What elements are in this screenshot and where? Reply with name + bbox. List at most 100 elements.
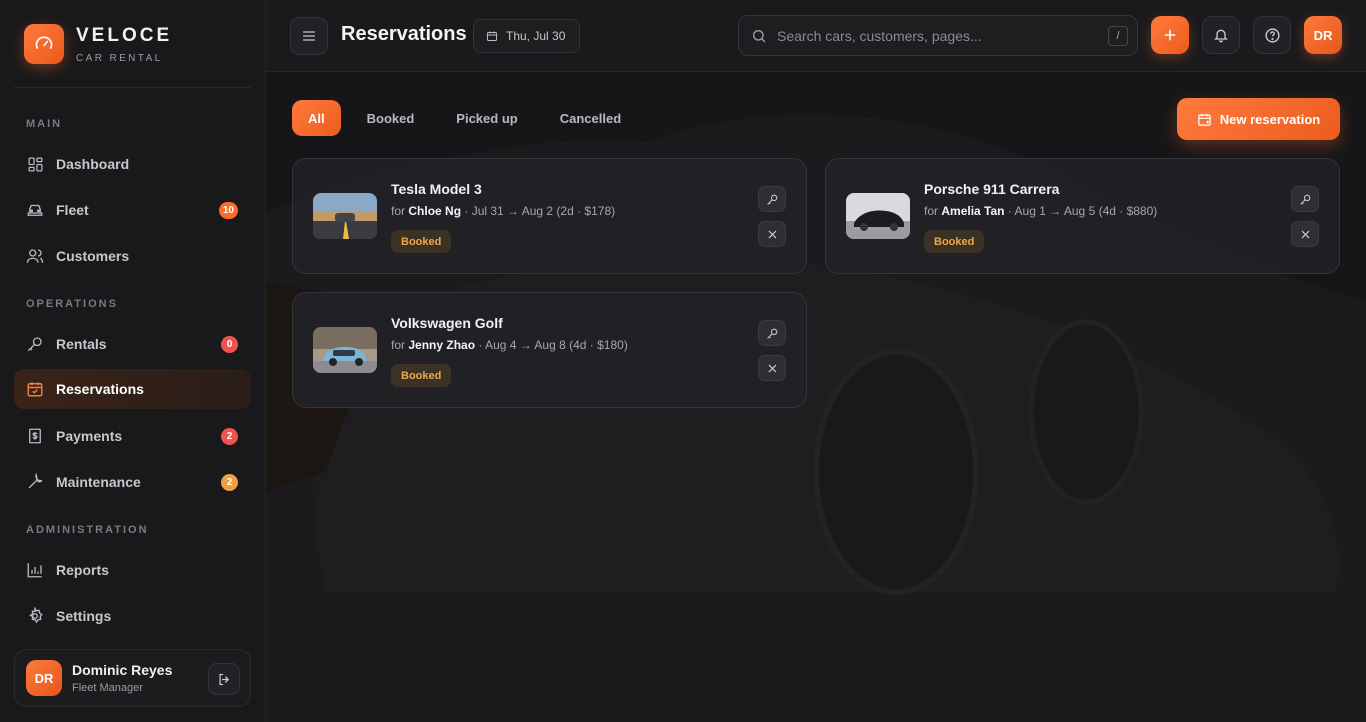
customer-name[interactable]: Amelia Tan <box>941 204 1004 218</box>
date-chip[interactable]: Thu, Jul 30 <box>473 19 580 53</box>
car-name: Porsche 911 Carrera <box>924 181 1060 197</box>
car-thumbnail <box>313 327 377 373</box>
tab-all[interactable]: All <box>292 100 341 136</box>
calendar-plus-icon <box>1198 113 1211 126</box>
sidebar-item-maintenance[interactable]: Maintenance 2 <box>14 462 251 502</box>
brand-name: VELOCE <box>76 24 173 46</box>
bar-chart-icon <box>26 561 44 579</box>
car-name: Tesla Model 3 <box>391 181 482 197</box>
maintenance-count-badge: 2 <box>221 474 238 491</box>
new-reservation-label: New reservation <box>1219 111 1321 127</box>
speedometer-logo-icon <box>24 24 64 64</box>
menu-toggle-button[interactable] <box>290 17 328 55</box>
sidebar-item-customers[interactable]: Customers <box>14 236 251 276</box>
avatar: DR <box>26 660 62 696</box>
reservation-details: for Jenny Zhao · Aug 4 → Aug 8 (4d · $18… <box>391 338 628 352</box>
user-name: Dominic Reyes <box>72 662 173 678</box>
status-badge: Booked <box>391 364 452 387</box>
reservation-card[interactable]: Porsche 911 Carrera for Amelia Tan · Aug… <box>825 158 1340 274</box>
sidebar-item-label: Settings <box>56 608 112 624</box>
car-name: Volkswagen Golf <box>391 315 503 331</box>
user-role: Fleet Manager <box>72 682 143 694</box>
gear-icon <box>26 607 44 625</box>
tab-booked[interactable]: Booked <box>351 100 431 136</box>
brand-subtitle: CAR RENTAL <box>76 52 163 64</box>
brand[interactable]: VELOCE CAR RENTAL <box>24 24 172 64</box>
section-label-administration: ADMINISTRATION <box>26 524 149 536</box>
customer-name[interactable]: Jenny Zhao <box>408 338 475 352</box>
rentals-count-badge: 0 <box>221 336 238 353</box>
status-badge: Booked <box>391 230 452 253</box>
current-date: Thu, Jul 30 <box>506 29 566 43</box>
search-bar[interactable]: / <box>738 15 1138 56</box>
key-icon <box>766 328 777 339</box>
reservation-details: for Chloe Ng · Jul 31 → Aug 2 (2d · $178… <box>391 204 616 218</box>
divider <box>14 87 251 88</box>
sidebar-item-label: Rentals <box>56 336 107 352</box>
hamburger-icon <box>303 31 315 41</box>
status-badge: Booked <box>924 230 985 253</box>
top-header: Reservations Thu, Jul 30 / DR <box>266 0 1366 72</box>
help-button[interactable] <box>1253 16 1291 54</box>
sidebar-item-reservations[interactable]: Reservations <box>14 369 251 409</box>
tab-cancelled[interactable]: Cancelled <box>544 100 637 136</box>
cancel-reservation-button[interactable] <box>1291 221 1319 247</box>
profile-avatar-button[interactable]: DR <box>1304 16 1342 54</box>
sidebar-item-label: Dashboard <box>56 156 130 172</box>
sidebar-item-label: Customers <box>56 248 130 264</box>
close-icon <box>768 364 776 372</box>
sidebar-item-dashboard[interactable]: Dashboard <box>14 144 251 184</box>
filter-tabs: All Booked Picked up Cancelled <box>292 100 647 136</box>
wrench-icon <box>26 473 44 491</box>
sidebar-item-fleet[interactable]: Fleet 10 <box>14 190 251 230</box>
receipt-icon <box>26 427 44 445</box>
cancel-reservation-button[interactable] <box>758 221 786 247</box>
sidebar-item-reports[interactable]: Reports <box>14 550 251 590</box>
sidebar-item-label: Maintenance <box>56 474 141 490</box>
car-icon <box>26 201 44 219</box>
key-icon <box>1299 194 1310 205</box>
quick-add-button[interactable] <box>1151 16 1189 54</box>
search-input[interactable] <box>777 27 1108 44</box>
close-icon <box>768 230 776 238</box>
bell-icon <box>1214 29 1228 43</box>
reservation-card[interactable]: Tesla Model 3 for Chloe Ng · Jul 31 → Au… <box>292 158 807 274</box>
help-icon <box>1264 27 1280 43</box>
sidebar-item-payments[interactable]: Payments 2 <box>14 416 251 456</box>
car-thumbnail <box>313 193 377 239</box>
plus-icon <box>1164 29 1176 41</box>
payments-count-badge: 2 <box>221 428 238 445</box>
new-reservation-button[interactable]: New reservation <box>1177 98 1340 140</box>
pickup-key-button[interactable] <box>758 186 786 212</box>
sidebar-item-label: Fleet <box>56 202 89 218</box>
pickup-key-button[interactable] <box>1291 186 1319 212</box>
sidebar-item-settings[interactable]: Settings <box>14 596 251 636</box>
fleet-count-badge: 10 <box>218 202 238 219</box>
reservation-details: for Amelia Tan · Aug 1 → Aug 5 (4d · $88… <box>924 204 1158 218</box>
sidebar-item-label: Payments <box>56 428 123 444</box>
user-card[interactable]: DR Dominic Reyes Fleet Manager <box>14 649 251 707</box>
key-icon <box>766 194 777 205</box>
users-icon <box>26 247 44 265</box>
logout-icon <box>219 673 229 685</box>
calendar-check-icon <box>26 380 44 398</box>
notifications-button[interactable] <box>1202 16 1240 54</box>
cancel-reservation-button[interactable] <box>758 355 786 381</box>
calendar-icon <box>487 31 497 41</box>
sidebar-item-label: Reports <box>56 562 109 578</box>
reservation-card[interactable]: Volkswagen Golf for Jenny Zhao · Aug 4 →… <box>292 292 807 408</box>
car-thumbnail <box>846 193 910 239</box>
logout-button[interactable] <box>208 663 240 695</box>
dashboard-icon <box>26 155 44 173</box>
customer-name[interactable]: Chloe Ng <box>408 204 461 218</box>
section-label-main: MAIN <box>26 118 63 130</box>
close-icon <box>1301 230 1309 238</box>
sidebar-item-label: Reservations <box>56 381 144 397</box>
search-shortcut-key: / <box>1108 25 1128 46</box>
key-icon <box>26 335 44 353</box>
sidebar-item-rentals[interactable]: Rentals 0 <box>14 324 251 364</box>
section-label-operations: OPERATIONS <box>26 298 118 310</box>
tab-picked-up[interactable]: Picked up <box>440 100 533 136</box>
pickup-key-button[interactable] <box>758 320 786 346</box>
search-icon <box>753 29 766 42</box>
